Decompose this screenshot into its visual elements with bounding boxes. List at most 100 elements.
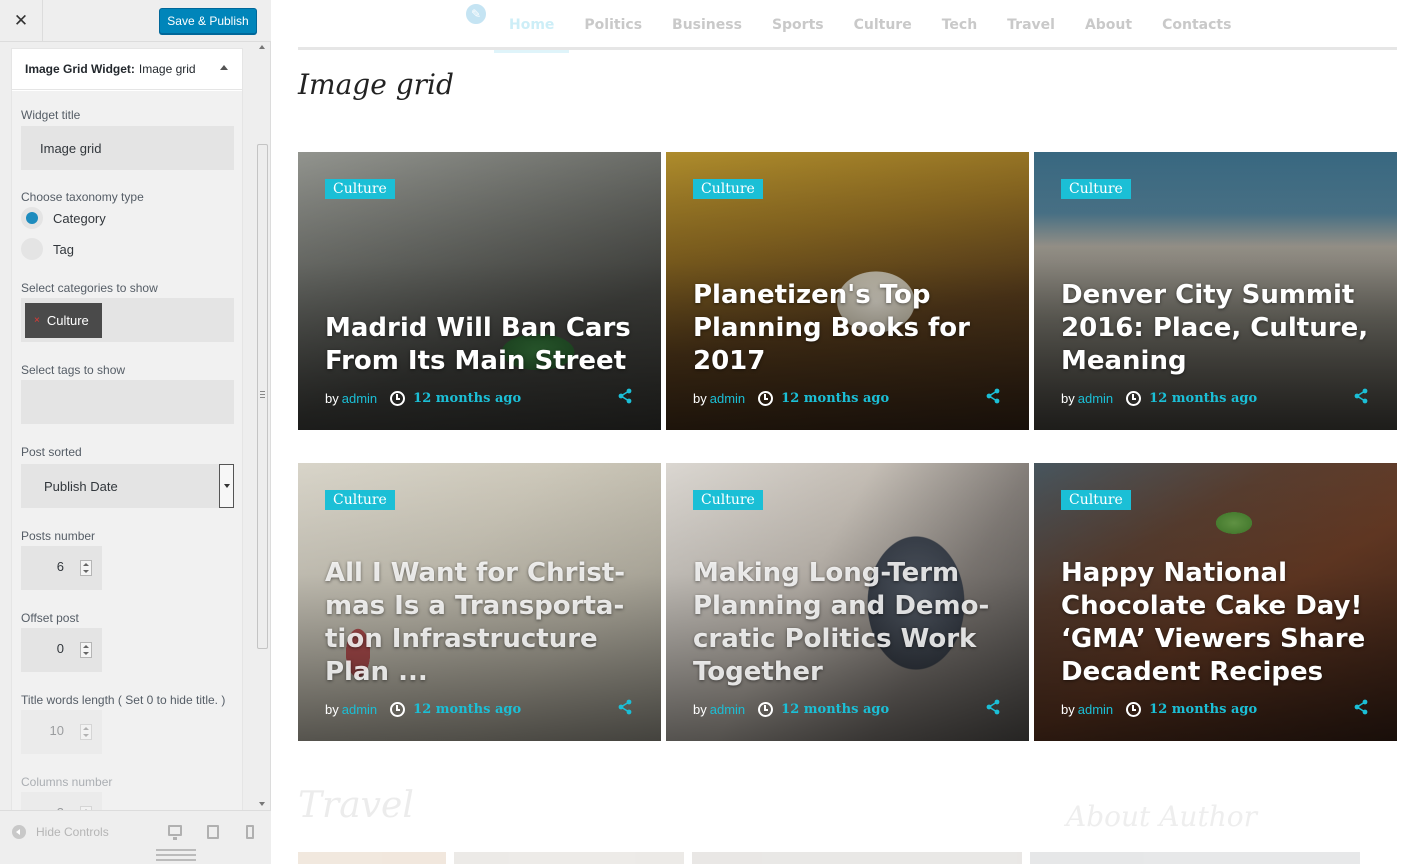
- by-label: by: [693, 702, 707, 717]
- customizer-sidebar: ✕ Save & Publish Image Grid Widget: Imag…: [0, 0, 271, 864]
- taxonomy-type-label: Choose taxonomy type: [21, 190, 144, 204]
- card-title[interactable]: Making Long-Term Planning and Demo­crati…: [693, 557, 1007, 689]
- share-icon[interactable]: [617, 388, 633, 404]
- card-title[interactable]: Happy National Chocolate Cake Day! ‘GMA’…: [1061, 557, 1375, 689]
- nav-item-contacts[interactable]: Contacts: [1147, 0, 1246, 50]
- author-link[interactable]: admin: [1078, 702, 1113, 717]
- widget-panel: Image Grid Widget: Image grid Widget tit…: [11, 48, 243, 810]
- post-date[interactable]: 12 months ago: [413, 702, 521, 717]
- post-date[interactable]: 12 months ago: [1149, 391, 1257, 406]
- widget-title-input[interactable]: Image grid: [21, 126, 234, 170]
- offset-post-input[interactable]: 0: [21, 628, 102, 672]
- grid-card[interactable]: Culture Denver City Summit 2016: Place, …: [1034, 152, 1397, 430]
- thumb-image: [692, 852, 1022, 864]
- columns-number-label: Columns number: [21, 775, 113, 789]
- card-title[interactable]: Planetizen's Top Plan­ning Books for 201…: [693, 279, 1007, 378]
- category-badge[interactable]: Culture: [693, 490, 763, 510]
- grid-card[interactable]: Culture Happy National Chocolate Cake Da…: [1034, 463, 1397, 741]
- category-badge[interactable]: Culture: [325, 490, 395, 510]
- widget-type-label: Image Grid Widget:: [25, 62, 135, 76]
- offset-post-label: Offset post: [21, 611, 79, 625]
- save-publish-button[interactable]: Save & Publish: [159, 8, 257, 34]
- share-icon[interactable]: [985, 699, 1001, 715]
- share-icon[interactable]: [1353, 699, 1369, 715]
- grid-card[interactable]: Culture Madrid Will Ban Cars From Its Ma…: [298, 152, 661, 430]
- by-label: by: [1061, 391, 1075, 406]
- widget-panel-header[interactable]: Image Grid Widget: Image grid: [12, 49, 242, 90]
- title-words-input[interactable]: 10: [21, 710, 102, 754]
- card-title[interactable]: Madrid Will Ban Cars From Its Main Stree…: [325, 312, 639, 378]
- category-badge[interactable]: Culture: [325, 179, 395, 199]
- number-spinner-icon[interactable]: [80, 724, 92, 740]
- taxonomy-radio-tag[interactable]: Tag: [21, 238, 74, 260]
- desktop-preview-icon[interactable]: [168, 825, 182, 840]
- nav-item-tech[interactable]: Tech: [927, 0, 992, 50]
- edit-menu-pencil-icon[interactable]: ✎: [464, 2, 488, 26]
- radio-unchecked-icon[interactable]: [21, 238, 43, 260]
- clock-icon: [1126, 702, 1142, 717]
- by-label: by: [693, 391, 707, 406]
- card-title[interactable]: All I Want for Christ­mas Is a Transport…: [325, 557, 639, 689]
- controls-scroll-area: Image Grid Widget: Image grid Widget tit…: [0, 42, 271, 810]
- posts-number-input[interactable]: 6: [21, 546, 102, 590]
- clock-icon: [758, 391, 774, 406]
- columns-number-input[interactable]: 3: [21, 792, 102, 810]
- sidebar-scrollbar[interactable]: [256, 42, 269, 810]
- customizer-footer: Hide Controls: [0, 810, 271, 864]
- post-date[interactable]: 12 months ago: [781, 702, 889, 717]
- category-chip-culture[interactable]: × Culture: [25, 303, 102, 338]
- category-badge[interactable]: Culture: [693, 179, 763, 199]
- category-badge[interactable]: Culture: [1061, 490, 1131, 510]
- scroll-down-arrow-icon[interactable]: [259, 802, 265, 806]
- nav-item-politics[interactable]: Politics: [569, 0, 657, 50]
- card-title[interactable]: Denver City Summit 2016: Place, Culture,…: [1061, 279, 1375, 378]
- tags-label: Select tags to show: [21, 363, 126, 377]
- grid-card[interactable]: Culture All I Want for Christ­mas Is a T…: [298, 463, 661, 741]
- nav-item-about[interactable]: About: [1070, 0, 1147, 50]
- number-spinner-icon[interactable]: [80, 560, 92, 576]
- post-date[interactable]: 12 months ago: [413, 391, 521, 406]
- remove-chip-icon[interactable]: ×: [34, 315, 40, 326]
- nav-item-sports[interactable]: Sports: [757, 0, 839, 50]
- tags-multiselect[interactable]: [21, 380, 234, 424]
- radio-checked-icon[interactable]: [21, 207, 43, 229]
- post-date[interactable]: 12 months ago: [1149, 702, 1257, 717]
- share-icon[interactable]: [985, 388, 1001, 404]
- nav-item-home[interactable]: Home: [494, 0, 570, 53]
- collapse-arrow-icon[interactable]: [220, 65, 228, 70]
- author-link[interactable]: admin: [710, 391, 745, 406]
- categories-multiselect[interactable]: × Culture: [21, 298, 234, 342]
- card-meta: by admin 12 months ago: [1061, 391, 1257, 406]
- collapse-sidebar-icon: [12, 825, 26, 839]
- author-link[interactable]: admin: [710, 702, 745, 717]
- mobile-preview-icon[interactable]: [246, 825, 254, 839]
- number-spinner-icon[interactable]: [80, 642, 92, 658]
- scrollbar-thumb[interactable]: [257, 144, 268, 649]
- post-date[interactable]: 12 months ago: [781, 391, 889, 406]
- post-sorted-select[interactable]: Publish Date: [21, 464, 234, 508]
- share-icon[interactable]: [617, 699, 633, 715]
- thumb-image: [298, 852, 446, 864]
- nav-item-business[interactable]: Business: [657, 0, 757, 50]
- radio-category-label: Category: [53, 210, 106, 226]
- scroll-up-arrow-icon[interactable]: [259, 45, 265, 49]
- clock-icon: [758, 702, 774, 717]
- hide-controls-button[interactable]: Hide Controls: [12, 825, 109, 839]
- card-meta: by admin 12 months ago: [325, 391, 521, 406]
- category-badge[interactable]: Culture: [1061, 179, 1131, 199]
- dropdown-arrow-icon[interactable]: [219, 464, 234, 508]
- nav-item-culture[interactable]: Culture: [839, 0, 927, 50]
- resize-handle-icon[interactable]: [156, 849, 196, 863]
- nav-item-travel[interactable]: Travel: [992, 0, 1070, 50]
- chip-label: Culture: [46, 313, 89, 328]
- author-link[interactable]: admin: [342, 391, 377, 406]
- tablet-preview-icon[interactable]: [207, 825, 219, 839]
- taxonomy-radio-category[interactable]: Category: [21, 207, 106, 229]
- grid-card[interactable]: Culture Making Long-Term Planning and De…: [666, 463, 1029, 741]
- grid-card[interactable]: Culture Planetizen's Top Plan­ning Books…: [666, 152, 1029, 430]
- author-link[interactable]: admin: [1078, 391, 1113, 406]
- close-customizer-button[interactable]: ✕: [0, 0, 43, 42]
- author-link[interactable]: admin: [342, 702, 377, 717]
- share-icon[interactable]: [1353, 388, 1369, 404]
- offset-post-value: 0: [56, 641, 64, 656]
